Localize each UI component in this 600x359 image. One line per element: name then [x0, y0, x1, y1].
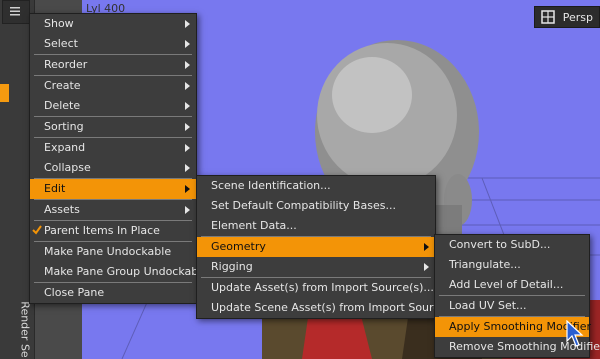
- menu-item-expand[interactable]: Expand: [30, 138, 196, 158]
- chevron-right-icon: [424, 243, 429, 251]
- render-settings-tab[interactable]: Render Se: [14, 300, 32, 359]
- menu-item-label: Add Level of Detail...: [449, 278, 564, 291]
- chevron-right-icon: [424, 263, 429, 271]
- camera-view-button[interactable]: Persp: [533, 6, 600, 28]
- menu-item-label: Edit: [44, 182, 66, 195]
- menu-item-show[interactable]: Show: [30, 14, 196, 34]
- menu-item-reorder[interactable]: Reorder: [30, 55, 196, 75]
- pane-context-menu: Show Select Reorder Create Delete Sortin…: [29, 13, 208, 304]
- menu-item-delete[interactable]: Delete: [30, 96, 196, 116]
- menu-item-close-pane[interactable]: Close Pane: [30, 283, 196, 303]
- render-settings-tab-label: Render Se: [18, 301, 32, 358]
- menu-item-update-assets-from-import[interactable]: Update Asset(s) from Import Source(s)...: [197, 278, 435, 298]
- menu-item-label: Delete: [44, 99, 81, 112]
- menu-item-label: Make Pane Group Undockable: [44, 265, 209, 278]
- menu-item-load-uv-set[interactable]: Load UV Set...: [435, 296, 589, 316]
- edit-submenu: Scene Identification... Set Default Comp…: [196, 175, 471, 319]
- chevron-right-icon: [185, 123, 190, 131]
- chevron-right-icon: [185, 185, 190, 193]
- menu-item-triangulate[interactable]: Triangulate...: [435, 255, 589, 275]
- menu-item-label: Collapse: [44, 161, 91, 174]
- chevron-right-icon: [185, 102, 190, 110]
- menu-item-label: Scene Identification...: [211, 179, 331, 192]
- active-tab-marker: [0, 84, 9, 102]
- menu-item-set-default-compatibility-bases[interactable]: Set Default Compatibility Bases...: [197, 196, 435, 216]
- chevron-right-icon: [185, 164, 190, 172]
- menu-item-create[interactable]: Create: [30, 76, 196, 96]
- menu-item-assets[interactable]: Assets: [30, 200, 196, 220]
- menu-item-label: Select: [44, 37, 78, 50]
- menu-item-select[interactable]: Select: [30, 34, 196, 54]
- menu-item-label: Create: [44, 79, 81, 92]
- menu-item-label: Update Scene Asset(s) from Import Source…: [211, 301, 471, 314]
- pane-options-icon: [10, 7, 20, 16]
- camera-view-label: Persp: [562, 10, 593, 24]
- menu-item-label: Show: [44, 17, 74, 30]
- menu-item-label: Expand: [44, 141, 86, 154]
- check-icon: [32, 225, 42, 235]
- menu-item-label: Convert to SubD...: [449, 238, 551, 251]
- menu-item-make-pane-undockable[interactable]: Make Pane Undockable: [30, 242, 196, 262]
- menu-item-label: Sorting: [44, 120, 84, 133]
- menu-item-label: Rigging: [211, 260, 253, 273]
- menu-item-update-scene-assets-from-import[interactable]: Update Scene Asset(s) from Import Source…: [197, 298, 471, 318]
- menu-item-label: Load UV Set...: [449, 299, 527, 312]
- chevron-right-icon: [185, 40, 190, 48]
- chevron-right-icon: [185, 82, 190, 90]
- menu-item-label: Element Data...: [211, 219, 297, 232]
- menu-item-sorting[interactable]: Sorting: [30, 117, 196, 137]
- menu-item-label: Reorder: [44, 58, 88, 71]
- menu-item-make-pane-group-undockable[interactable]: Make Pane Group Undockable: [30, 262, 208, 282]
- menu-item-label: Assets: [44, 203, 80, 216]
- chevron-right-icon: [185, 206, 190, 214]
- mouse-cursor-icon: [566, 320, 584, 347]
- camera-view-icon: [541, 10, 555, 24]
- menu-item-label: Geometry: [211, 240, 266, 253]
- menu-item-scene-identification[interactable]: Scene Identification...: [197, 176, 435, 196]
- menu-item-edit[interactable]: Edit: [30, 179, 196, 199]
- pane-options-button[interactable]: [2, 0, 30, 24]
- menu-item-collapse[interactable]: Collapse: [30, 158, 196, 178]
- menu-item-parent-items-in-place[interactable]: Parent Items In Place: [30, 221, 196, 241]
- chevron-right-icon: [185, 144, 190, 152]
- menu-item-geometry[interactable]: Geometry: [197, 237, 435, 257]
- menu-item-label: Set Default Compatibility Bases...: [211, 199, 396, 212]
- menu-item-add-level-of-detail[interactable]: Add Level of Detail...: [435, 275, 589, 295]
- menu-item-label: Triangulate...: [449, 258, 521, 271]
- menu-item-label: Make Pane Undockable: [44, 245, 172, 258]
- menu-item-label: Parent Items In Place: [44, 224, 160, 237]
- chevron-right-icon: [185, 20, 190, 28]
- menu-item-convert-to-subd[interactable]: Convert to SubD...: [435, 235, 589, 255]
- menu-item-element-data[interactable]: Element Data...: [197, 216, 435, 236]
- menu-item-label: Update Asset(s) from Import Source(s)...: [211, 281, 434, 294]
- chevron-right-icon: [185, 61, 190, 69]
- menu-item-label: Close Pane: [44, 286, 105, 299]
- menu-item-rigging[interactable]: Rigging: [197, 257, 435, 277]
